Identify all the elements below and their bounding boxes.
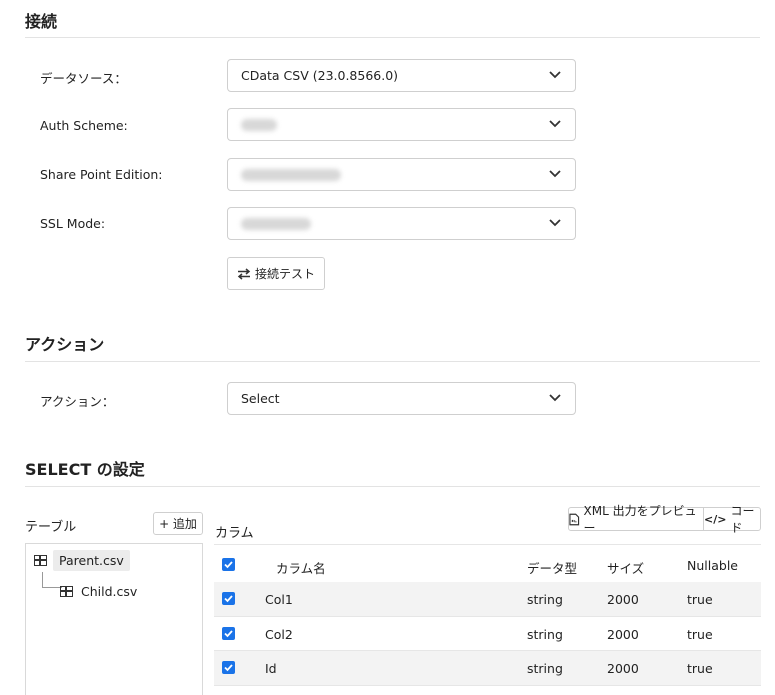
code-label: コード bbox=[730, 504, 755, 535]
table-icon bbox=[60, 586, 73, 597]
sharepoint-edition-label: Share Point Edition: bbox=[40, 167, 163, 182]
row-nullable: true bbox=[687, 627, 713, 642]
connection-test-button[interactable]: 接続テスト bbox=[227, 257, 325, 290]
table-top-line bbox=[214, 544, 761, 545]
action-divider bbox=[25, 361, 760, 362]
auth-scheme-label: Auth Scheme: bbox=[40, 118, 128, 133]
sharepoint-edition-select[interactable] bbox=[227, 158, 576, 191]
row-name: Col1 bbox=[265, 592, 293, 607]
row-size: 2000 bbox=[607, 627, 639, 642]
check-icon bbox=[224, 595, 233, 603]
check-icon bbox=[224, 561, 233, 569]
table-row[interactable]: Col2 string 2000 true bbox=[214, 617, 761, 651]
datasource-label: データソース： bbox=[40, 71, 127, 86]
ssl-mode-select[interactable] bbox=[227, 207, 576, 240]
ssl-mode-blurred-value bbox=[241, 218, 311, 230]
row-size: 2000 bbox=[607, 592, 639, 607]
row-checkbox[interactable] bbox=[222, 627, 235, 640]
xml-preview-button[interactable]: XML 出力をプレビュー bbox=[568, 504, 704, 535]
chevron-down-icon bbox=[549, 170, 561, 178]
row-name: Id bbox=[265, 661, 277, 676]
action-value: Select bbox=[241, 391, 280, 406]
action-select[interactable]: Select bbox=[227, 382, 576, 415]
chevron-down-icon bbox=[549, 394, 561, 402]
tree-node-child-label: Child.csv bbox=[81, 584, 138, 599]
datasource-select[interactable]: CData CSV (23.0.8566.0) bbox=[227, 59, 576, 92]
connection-section-title: 接続 bbox=[25, 12, 58, 31]
xml-preview-label: XML 出力をプレビュー bbox=[583, 504, 697, 535]
table-row[interactable]: Id string 2000 true bbox=[214, 651, 761, 685]
code-icon: </> bbox=[704, 512, 727, 526]
row-checkbox[interactable] bbox=[222, 661, 235, 674]
col-header-type: データ型 bbox=[527, 561, 578, 576]
table-tree: Parent.csv Child.csv bbox=[25, 543, 203, 695]
select-all-checkbox[interactable] bbox=[222, 558, 235, 571]
connection-test-label: 接続テスト bbox=[254, 267, 315, 281]
table-row[interactable]: Col1 string 2000 true bbox=[214, 582, 761, 616]
auth-scheme-select[interactable] bbox=[227, 108, 576, 141]
table-icon bbox=[34, 555, 47, 566]
select-settings-divider bbox=[25, 486, 760, 487]
chevron-down-icon bbox=[549, 219, 561, 227]
column-section-label: カラム bbox=[215, 526, 254, 541]
code-button[interactable]: </> コード bbox=[703, 504, 761, 535]
action-section-title: アクション bbox=[25, 335, 105, 354]
tree-node-parent-label: Parent.csv bbox=[53, 550, 130, 571]
table-header-row: カラム名 データ型 サイズ Nullable bbox=[214, 548, 761, 582]
row-nullable: true bbox=[687, 592, 713, 607]
xml-file-icon bbox=[569, 513, 580, 525]
select-settings-title: SELECT の設定 bbox=[25, 460, 145, 479]
row-checkbox[interactable] bbox=[222, 592, 235, 605]
table-section-label: テーブル bbox=[25, 520, 77, 535]
chevron-down-icon bbox=[549, 120, 561, 128]
swap-arrows-icon bbox=[237, 267, 251, 280]
check-icon bbox=[224, 630, 233, 638]
sharepoint-edition-blurred-value bbox=[241, 169, 341, 181]
ssl-mode-label: SSL Mode: bbox=[40, 216, 106, 231]
auth-scheme-blurred-value bbox=[241, 119, 277, 131]
row-nullable: true bbox=[687, 661, 713, 676]
tree-connector bbox=[42, 572, 62, 588]
tree-node-child[interactable]: Child.csv bbox=[60, 581, 139, 602]
tree-node-parent[interactable]: Parent.csv bbox=[34, 550, 130, 571]
row-name: Col2 bbox=[265, 627, 293, 642]
row-size: 2000 bbox=[607, 661, 639, 676]
col-header-name: カラム名 bbox=[276, 561, 326, 576]
chevron-down-icon bbox=[549, 71, 561, 79]
col-header-size: サイズ bbox=[607, 561, 645, 576]
row-type: string bbox=[527, 627, 563, 642]
row-type: string bbox=[527, 661, 563, 676]
action-label: アクション： bbox=[40, 394, 115, 409]
row-type: string bbox=[527, 592, 563, 607]
connection-divider bbox=[25, 37, 760, 38]
add-table-button[interactable]: + 追加 bbox=[153, 512, 203, 535]
datasource-value: CData CSV (23.0.8566.0) bbox=[241, 68, 399, 83]
check-icon bbox=[224, 664, 233, 672]
col-header-nullable: Nullable bbox=[687, 558, 738, 573]
row-divider bbox=[214, 685, 761, 686]
